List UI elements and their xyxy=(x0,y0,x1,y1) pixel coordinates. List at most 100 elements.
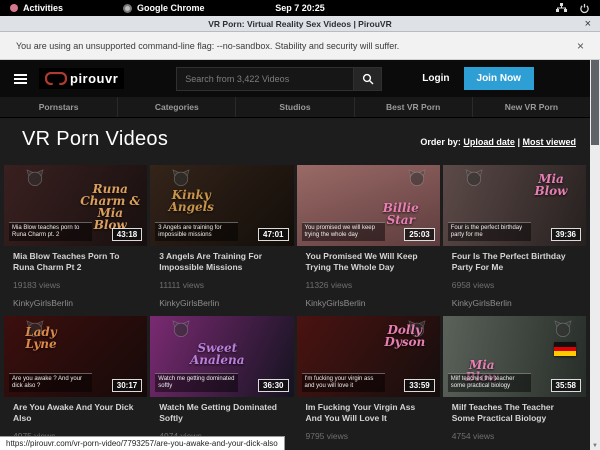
nav-item-studios[interactable]: Studios xyxy=(236,97,354,117)
video-views: 19183 views xyxy=(13,280,138,290)
video-views: 4754 views xyxy=(452,431,577,441)
nav-item-pornstars[interactable]: Pornstars xyxy=(0,97,118,117)
nav-item-categories[interactable]: Categories xyxy=(118,97,236,117)
video-card: Runa Charm & Mia Blow Mia Blow teaches p… xyxy=(4,165,147,308)
content-area: VR Porn Videos Order by: Upload date | M… xyxy=(0,118,590,450)
vr-goggles-icon xyxy=(45,72,67,85)
warning-close-button[interactable]: × xyxy=(577,39,600,53)
thumb-script-title: Lady Lyne xyxy=(10,326,72,350)
warning-bar: You are using an unsupported command-lin… xyxy=(0,32,600,60)
nav-item-new-vr[interactable]: New VR Porn xyxy=(473,97,590,117)
thumb-caption: You promised we will keep trying the who… xyxy=(302,222,385,241)
nav-item-best-vr[interactable]: Best VR Porn xyxy=(355,97,473,117)
duration-badge: 36:30 xyxy=(258,379,288,392)
browser-title-bar: VR Porn: Virtual Reality Sex Videos | Pi… xyxy=(0,16,600,32)
studio-watermark-icon xyxy=(172,169,190,187)
scrollbar: ▼ xyxy=(590,60,600,450)
video-title-link[interactable]: You Promised We Will Keep Trying The Who… xyxy=(306,251,431,272)
video-thumbnail[interactable]: Billie Star You promised we will keep tr… xyxy=(297,165,440,246)
video-thumbnail[interactable]: Mia Blow Four is the perfect birthday pa… xyxy=(443,165,586,246)
studio-watermark-icon xyxy=(26,169,44,187)
video-views: 11111 views xyxy=(159,280,284,290)
studio-watermark-icon xyxy=(554,320,572,338)
video-grid: Runa Charm & Mia Blow Mia Blow teaches p… xyxy=(0,165,590,450)
studio-watermark-icon xyxy=(408,169,426,187)
studio-link[interactable]: KinkyGirlsBerlin xyxy=(306,298,431,308)
scrollbar-thumb[interactable] xyxy=(591,60,599,145)
video-card: Mia Blow Milf teaches the teacher some p… xyxy=(443,316,586,450)
system-bar: Activities Google Chrome Sep 7 20:25 xyxy=(0,0,600,16)
video-views: 6958 views xyxy=(452,280,577,290)
studio-watermark-icon xyxy=(465,169,483,187)
search-icon xyxy=(362,73,374,85)
video-card: Billie Star You promised we will keep tr… xyxy=(297,165,440,308)
thumb-caption: Mia Blow teaches porn to Runa Charm pt. … xyxy=(9,222,92,241)
page-viewport: pirouvr Login Join Now Pornstars Categor… xyxy=(0,60,590,450)
duration-badge: 35:58 xyxy=(551,379,581,392)
video-title-link[interactable]: 3 Angels Are Training For Impossible Mis… xyxy=(159,251,284,272)
site-logo[interactable]: pirouvr xyxy=(39,68,124,89)
studio-link[interactable]: KinkyGirlsBerlin xyxy=(452,298,577,308)
clock[interactable]: Sep 7 20:25 xyxy=(0,3,600,13)
duration-badge: 39:36 xyxy=(551,228,581,241)
thumb-script-title: Mia Blow xyxy=(520,173,582,197)
studio-watermark-icon xyxy=(172,320,190,338)
thumb-caption: 3 Angels are training for impossible mis… xyxy=(155,222,238,241)
video-title-link[interactable]: Mia Blow Teaches Porn To Runa Charm Pt 2 xyxy=(13,251,138,272)
thumb-script-title: Sweet Analena xyxy=(186,342,248,366)
window-close-button[interactable]: × xyxy=(585,18,600,30)
search-input[interactable] xyxy=(176,67,354,91)
video-title-link[interactable]: Im Fucking Your Virgin Ass And You Will … xyxy=(306,402,431,423)
login-link[interactable]: Login xyxy=(422,73,449,84)
video-thumbnail[interactable]: Lady Lyne Are you awake ? And your dick … xyxy=(4,316,147,397)
site-header: pirouvr Login Join Now xyxy=(0,60,590,97)
join-now-button[interactable]: Join Now xyxy=(464,67,534,90)
power-icon[interactable] xyxy=(579,3,590,14)
video-thumbnail[interactable]: Mia Blow Milf teaches the teacher some p… xyxy=(443,316,586,397)
thumb-script-title: Kinky Angels xyxy=(160,189,222,213)
video-views: 11326 views xyxy=(306,280,431,290)
video-card: Mia Blow Four is the perfect birthday pa… xyxy=(443,165,586,308)
duration-badge: 47:01 xyxy=(258,228,288,241)
page-title: VR Porn Videos xyxy=(22,128,168,151)
video-thumbnail[interactable]: Dolly Dyson I'm fucking your virgin ass … xyxy=(297,316,440,397)
video-thumbnail[interactable]: Sweet Analena Watch me getting dominated… xyxy=(150,316,293,397)
studio-link[interactable]: KinkyGirlsBerlin xyxy=(13,298,138,308)
video-card: Kinky Angels 3 Angels are training for i… xyxy=(150,165,293,308)
order-upload-date-link[interactable]: Upload date xyxy=(463,137,515,147)
video-thumbnail[interactable]: Kinky Angels 3 Angels are training for i… xyxy=(150,165,293,246)
thumb-script-title: Dolly Dyson xyxy=(374,324,436,348)
video-title-link[interactable]: Milf Teaches The Teacher Some Practical … xyxy=(452,402,577,423)
order-most-viewed-link[interactable]: Most viewed xyxy=(522,137,576,147)
search-button[interactable] xyxy=(354,67,382,91)
video-thumbnail[interactable]: Runa Charm & Mia Blow Mia Blow teaches p… xyxy=(4,165,147,246)
video-title-link[interactable]: Are You Awake And Your Dick Also xyxy=(13,402,138,423)
duration-badge: 30:17 xyxy=(112,379,142,392)
scrollbar-down-arrow[interactable]: ▼ xyxy=(590,443,600,449)
video-card: Lady Lyne Are you awake ? And your dick … xyxy=(4,316,147,450)
order-by-label: Order by: xyxy=(420,137,461,147)
video-title-link[interactable]: Watch Me Getting Dominated Softly xyxy=(159,402,284,423)
thumb-caption: I'm fucking your virgin ass and you will… xyxy=(302,373,385,392)
video-views: 9795 views xyxy=(306,431,431,441)
warning-text: You are using an unsupported command-lin… xyxy=(0,41,399,51)
screen: Activities Google Chrome Sep 7 20:25 VR … xyxy=(0,0,600,450)
tab-title: VR Porn: Virtual Reality Sex Videos | Pi… xyxy=(0,19,600,29)
thumb-caption: Milf teaches the teacher some practical … xyxy=(448,373,531,392)
logo-text: pirouvr xyxy=(70,71,118,86)
duration-badge: 33:59 xyxy=(404,379,434,392)
german-flag-graphic xyxy=(554,342,576,356)
search-bar xyxy=(176,67,382,91)
status-url-bubble: https://pirouvr.com/vr-porn-video/779325… xyxy=(0,436,285,450)
thumb-caption: Are you awake ? And your dick also ? xyxy=(9,373,92,392)
duration-badge: 43:18 xyxy=(112,228,142,241)
network-icon[interactable] xyxy=(555,3,567,13)
hamburger-menu-icon[interactable] xyxy=(14,74,27,84)
video-card: Sweet Analena Watch me getting dominated… xyxy=(150,316,293,450)
duration-badge: 25:03 xyxy=(404,228,434,241)
video-title-link[interactable]: Four Is The Perfect Birthday Party For M… xyxy=(452,251,577,272)
thumb-caption: Watch me getting dominated softly xyxy=(155,373,238,392)
studio-link[interactable]: KinkyGirlsBerlin xyxy=(159,298,284,308)
main-nav: Pornstars Categories Studios Best VR Por… xyxy=(0,97,590,118)
thumb-caption: Four is the perfect birthday party for m… xyxy=(448,222,531,241)
